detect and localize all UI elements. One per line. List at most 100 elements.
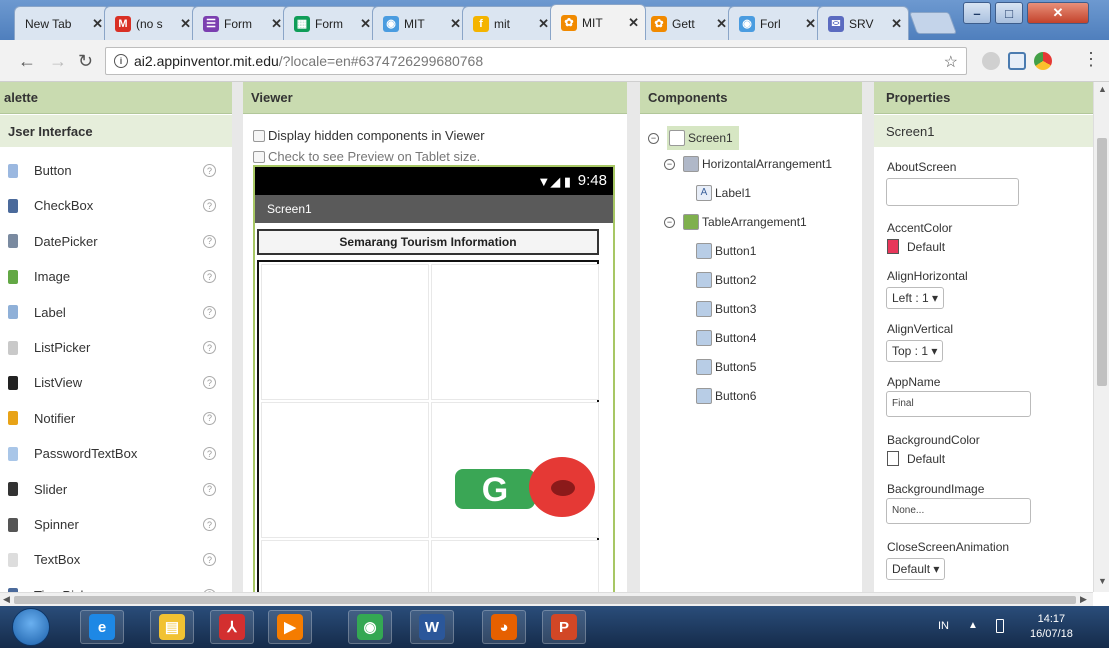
browser-tab[interactable]: ☰ Form ✕ (192, 6, 289, 40)
component-node[interactable]: Button6 (696, 388, 756, 404)
palette-item[interactable]: ListPicker? (0, 330, 232, 365)
palette-item[interactable]: Image? (0, 259, 232, 294)
component-node[interactable]: HorizontalArrangement1 (683, 156, 832, 172)
collapse-toggle-icon[interactable]: − (648, 132, 659, 144)
app-title-label[interactable]: Semarang Tourism Information (257, 229, 599, 255)
table-cell[interactable] (261, 402, 429, 538)
forward-icon[interactable]: → (49, 51, 67, 72)
browser-tab[interactable]: ▦ Form ✕ (283, 6, 378, 40)
help-icon[interactable]: ? (203, 164, 216, 177)
google-button-preview[interactable]: G (455, 469, 535, 509)
tab-close-icon[interactable]: ✕ (538, 16, 549, 32)
component-tree-item[interactable]: Button4 (696, 330, 756, 346)
address-bar[interactable]: i ai2.appinventor.mit.edu/?locale=en#637… (105, 47, 967, 75)
start-button[interactable] (12, 608, 50, 646)
component-node[interactable]: TableArrangement1 (683, 214, 807, 230)
browser-tab[interactable]: f mit ✕ (462, 6, 556, 40)
align-vertical-dropdown[interactable]: Top : 1 ▾ (886, 340, 944, 362)
component-node[interactable]: Button1 (696, 243, 756, 259)
background-color-picker[interactable]: Default (887, 451, 945, 466)
tab-close-icon[interactable]: ✕ (805, 16, 816, 32)
table-arrangement-preview[interactable] (257, 260, 599, 592)
browser-tab[interactable]: New Tab ✕ (14, 6, 110, 40)
tray-expand-icon[interactable]: ▲ (968, 620, 978, 631)
checkbox-box[interactable] (253, 129, 265, 142)
tab-close-icon[interactable]: ✕ (180, 16, 191, 32)
palette-item[interactable]: TimePicker? (0, 578, 232, 592)
accent-color-picker[interactable]: Default (887, 239, 945, 254)
accent-color-swatch[interactable] (887, 239, 899, 254)
help-icon[interactable]: ? (203, 553, 216, 567)
table-cell[interactable] (431, 264, 599, 400)
table-cell[interactable] (261, 540, 429, 592)
help-icon[interactable]: ? (203, 447, 216, 461)
new-tab-button[interactable] (908, 12, 958, 34)
palette-item[interactable]: ListView? (0, 365, 232, 400)
collapse-toggle-icon[interactable]: − (664, 216, 675, 228)
taskbar-app-powerpoint[interactable]: P (542, 610, 586, 644)
palette-item[interactable]: CheckBox? (0, 188, 232, 223)
help-icon[interactable]: ? (203, 411, 216, 425)
palette-item[interactable]: Notifier? (0, 401, 232, 436)
tablet-preview-checkbox[interactable]: Check to see Preview on Tablet size. (253, 149, 480, 164)
browser-tab[interactable]: ✉ SRV ✕ (817, 6, 909, 40)
close-screen-animation-dropdown[interactable]: Default ▾ (886, 558, 946, 580)
browser-tab[interactable]: M (no s ✕ (104, 6, 198, 40)
background-image-input[interactable]: None... (886, 498, 1031, 524)
extension-box-icon[interactable] (1008, 52, 1026, 70)
palette-item[interactable]: Label? (0, 295, 232, 330)
component-node[interactable]: Button3 (696, 301, 756, 317)
component-tree-item[interactable]: Button2 (696, 272, 756, 288)
tab-close-icon[interactable]: ✕ (628, 15, 639, 31)
tab-close-icon[interactable]: ✕ (271, 16, 282, 32)
palette-item[interactable]: Slider? (0, 472, 232, 507)
palette-section-user-interface[interactable]: Jser Interface (0, 115, 232, 147)
align-horizontal-dropdown[interactable]: Left : 1 ▾ (886, 287, 945, 309)
back-icon[interactable]: ← (18, 51, 36, 72)
component-tree-item[interactable]: Button6 (696, 388, 756, 404)
tray-clock[interactable]: 14:17 16/07/18 (1030, 612, 1073, 642)
scroll-left-icon[interactable]: ◀ (3, 594, 10, 605)
tab-close-icon[interactable]: ✕ (716, 16, 727, 32)
taskbar-app-firefox[interactable]: ◕ (482, 610, 526, 644)
taskbar-app-chrome[interactable]: ◉ (348, 610, 392, 644)
taskbar-app-media-player[interactable]: ▶ (268, 610, 312, 644)
component-node[interactable]: Button2 (696, 272, 756, 288)
reload-icon[interactable]: ↻ (78, 51, 93, 72)
tab-close-icon[interactable]: ✕ (891, 16, 902, 32)
component-node[interactable]: Button5 (696, 359, 756, 375)
component-node[interactable]: A Label1 (696, 185, 751, 201)
horizontal-scrollbar[interactable]: ◀ ▶ (0, 592, 1093, 606)
palette-item[interactable]: DatePicker? (0, 224, 232, 259)
component-tree-item[interactable]: Button5 (696, 359, 756, 375)
component-tree-item[interactable]: Button1 (696, 243, 756, 259)
vertical-scrollbar[interactable]: ▲ ▼ (1093, 82, 1109, 592)
collapse-toggle-icon[interactable]: − (664, 158, 675, 170)
browser-tab[interactable]: ◉ Forl ✕ (728, 6, 823, 40)
help-icon[interactable]: ? (203, 270, 216, 284)
window-maximize-button[interactable]: □ (995, 2, 1023, 24)
help-icon[interactable]: ? (203, 234, 216, 248)
tab-close-icon[interactable]: ✕ (450, 16, 461, 32)
component-tree-item[interactable]: − Screen1 (648, 126, 739, 150)
site-info-icon[interactable]: i (114, 54, 128, 68)
component-tree-item[interactable]: − TableArrangement1 (664, 214, 807, 230)
app-name-input[interactable]: Final (886, 391, 1031, 417)
browser-tab[interactable]: ✿ MIT ✕ (550, 4, 646, 40)
tab-close-icon[interactable]: ✕ (92, 16, 103, 32)
scrollbar-thumb[interactable] (14, 596, 1076, 604)
component-tree-item[interactable]: Button3 (696, 301, 756, 317)
table-cell[interactable] (431, 540, 599, 592)
scroll-right-icon[interactable]: ▶ (1080, 594, 1087, 605)
background-color-swatch[interactable] (887, 451, 899, 466)
checkbox-box[interactable] (253, 150, 265, 163)
help-icon[interactable]: ? (203, 305, 216, 319)
palette-item[interactable]: Spinner? (0, 507, 232, 542)
component-tree-item[interactable]: A Label1 (696, 185, 751, 201)
language-indicator[interactable]: IN (938, 620, 949, 632)
help-icon[interactable]: ? (203, 341, 216, 354)
help-icon[interactable]: ? (203, 376, 216, 390)
menu-dots-icon[interactable]: ⋮ (1082, 49, 1100, 70)
taskbar-app-word[interactable]: W (410, 610, 454, 644)
extension-color-icon[interactable] (1034, 52, 1052, 70)
